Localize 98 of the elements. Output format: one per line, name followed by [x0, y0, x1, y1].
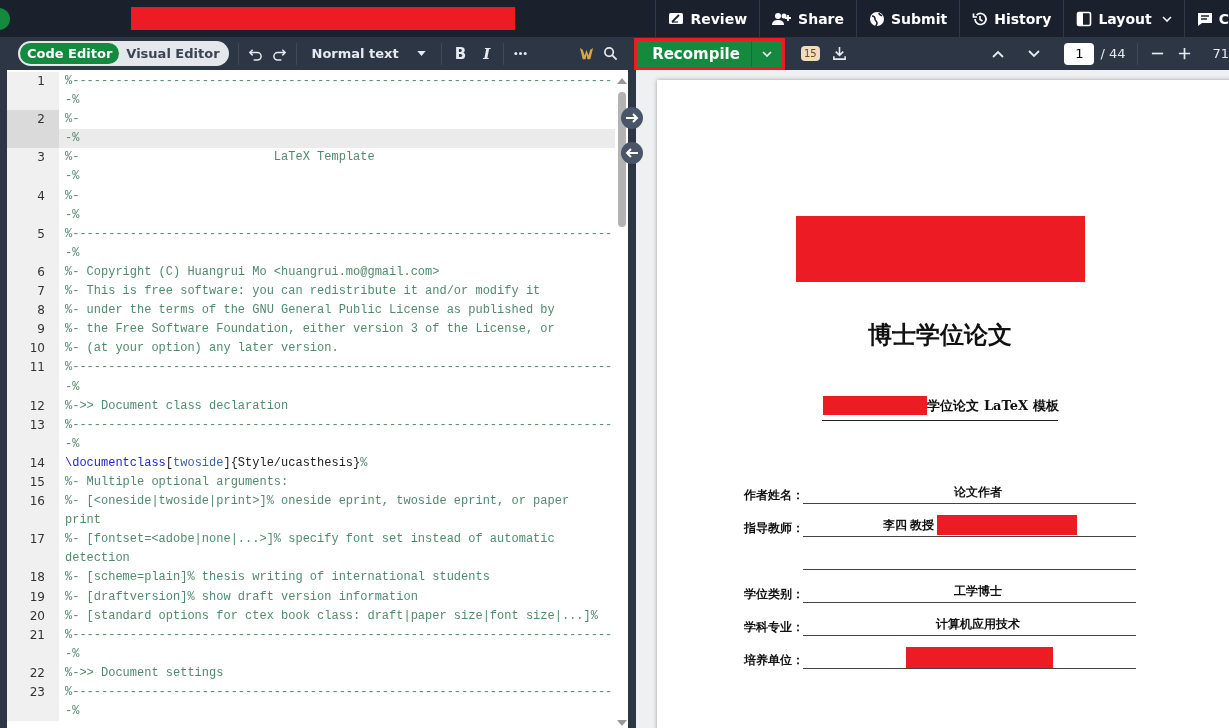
line-number: 18	[7, 568, 59, 588]
line-number: 17	[7, 530, 59, 569]
line-number: 3	[7, 148, 59, 187]
code-line: %- [<oneside|twoside|print>]% oneside eprint, twoside eprint, or paper	[64, 493, 571, 511]
page-total: / 44	[1100, 46, 1126, 61]
code-line: \documentclass[twoside]{Style/ucasthesis}%	[64, 454, 369, 472]
code-line: %- [scheme=plain]% thesis writing of international students	[64, 569, 491, 587]
w-logo-icon[interactable]	[579, 46, 594, 61]
editor-mode-tab[interactable]: Visual Editor	[119, 43, 227, 64]
caret-icon	[762, 50, 772, 57]
search-icon[interactable]	[603, 46, 618, 61]
code-line: -%	[64, 645, 81, 663]
line-number: 13	[7, 415, 59, 454]
line-number: 19	[7, 587, 59, 607]
scroll-down-icon[interactable]	[616, 720, 627, 726]
globe-icon	[869, 10, 885, 27]
code-line: detection	[64, 550, 131, 568]
form-label: 学科专业：	[744, 619, 803, 636]
code-line: -%	[64, 244, 81, 262]
form-label: 培养单位：	[744, 652, 803, 669]
form-value: 论文作者	[954, 483, 1002, 501]
code-line: %---------------------------------------------------------------------------	[64, 684, 614, 701]
caret-icon	[1161, 15, 1172, 22]
code-line: %- Copyright (C) Huangrui Mo <huangrui.mo@gmail.com>	[64, 263, 441, 281]
form-label: 学位类别：	[744, 586, 803, 603]
code-line: %-	[64, 187, 81, 205]
code-line: %- [standard options for ctex book class: draft|paper size|font size|...]%	[64, 607, 599, 625]
zoom-level[interactable]: 71	[1212, 46, 1229, 61]
line-number: 7	[7, 282, 59, 302]
line-number: 21	[7, 625, 59, 664]
history-icon	[972, 10, 989, 27]
line-number: 11	[7, 358, 59, 397]
layout-icon	[1076, 10, 1093, 27]
review-icon	[668, 10, 685, 27]
arrow-right-icon[interactable]	[621, 107, 643, 129]
form-label: 指导教师：	[744, 520, 803, 537]
add-user-icon	[772, 10, 793, 27]
code-line: -%	[64, 378, 81, 396]
code-line: %-	[64, 111, 81, 129]
caret-icon	[416, 51, 426, 56]
code-line: %---------------------------------------------------------------------------	[64, 416, 614, 434]
code-line: %- LaTeX Template	[64, 149, 376, 167]
form-value: 计算机应用技术	[936, 615, 1020, 633]
code-line: %- [fontset=<adobe|none|...>]% specify font set instead of automatic	[64, 531, 556, 549]
code-line: %- Multiple optional arguments:	[64, 473, 290, 491]
editor-mode-tab[interactable]: Code Editor	[20, 43, 120, 64]
previous-page-icon[interactable]	[992, 49, 1005, 58]
recompile-menu-button[interactable]	[751, 40, 782, 67]
scroll-up-icon[interactable]	[616, 78, 627, 84]
page-number-field[interactable]: 1	[1064, 42, 1095, 65]
form-value: 工学博士	[954, 582, 1002, 600]
download-icon[interactable]	[831, 46, 847, 61]
line-number: 23	[7, 683, 59, 722]
line-number: 9	[7, 320, 59, 340]
text-style-dropdown[interactable]: Normal text	[305, 45, 432, 62]
code-line: -%	[64, 435, 81, 453]
zoom-in-icon[interactable]	[1177, 46, 1193, 61]
code-line: -%	[64, 206, 81, 224]
line-number: 20	[7, 606, 59, 626]
code-line: %- under the terms of the GNU General Public License as published by	[64, 302, 556, 320]
code-line: %- (at your option) any later version.	[64, 340, 340, 358]
line-number: 4	[7, 186, 59, 225]
line-number: 15	[7, 472, 59, 493]
recompile-button[interactable]: Recompile	[637, 40, 751, 67]
line-number: 6	[7, 262, 59, 283]
code-line: -%	[64, 92, 81, 110]
line-number: 1	[7, 72, 59, 111]
arrow-left-icon[interactable]	[621, 142, 643, 164]
line-number: 5	[7, 224, 59, 263]
form-value: 李四 教授	[882, 516, 934, 534]
code-line: %---------------------------------------------------------------------------	[64, 225, 614, 243]
log-badge[interactable]: 15	[801, 46, 820, 61]
code-line: %- [draftversion]% show draft version information	[64, 588, 419, 606]
line-number: 12	[7, 396, 59, 416]
code-line: %---------------------------------------------------------------------------	[64, 73, 614, 90]
code-line: print	[64, 512, 102, 530]
next-page-icon[interactable]	[1028, 49, 1041, 58]
code-line: %->> Document class declaration	[64, 397, 290, 415]
code-line: %->> Document settings	[64, 664, 225, 682]
code-line: -%	[64, 703, 81, 721]
chat-icon	[1196, 10, 1213, 27]
code-line: -%	[64, 168, 81, 186]
thesis-subtitle: 学位论文 LaTeX 模板	[927, 396, 1059, 415]
line-number: 2	[7, 110, 59, 149]
line-number: 8	[7, 301, 59, 321]
form-label: 作者姓名：	[744, 487, 803, 504]
bold-button[interactable]: B	[450, 44, 471, 63]
thesis-title: 博士学位论文	[868, 320, 1012, 351]
line-number: 22	[7, 663, 59, 683]
scrollbar-thumb[interactable]	[617, 92, 626, 227]
line-number: 10	[7, 339, 59, 359]
line-number: 14	[7, 453, 59, 473]
code-line: %- the Free Software Foundation, either version 3 of the License, or	[64, 321, 556, 339]
line-number: 16	[7, 492, 59, 531]
italic-button[interactable]: I	[479, 44, 495, 63]
code-line: %- This is free software: you can redistribute it and/or modify it	[64, 283, 542, 301]
code-line: %---------------------------------------------------------------------------	[64, 626, 614, 644]
code-line: %---------------------------------------------------------------------------	[64, 359, 614, 377]
